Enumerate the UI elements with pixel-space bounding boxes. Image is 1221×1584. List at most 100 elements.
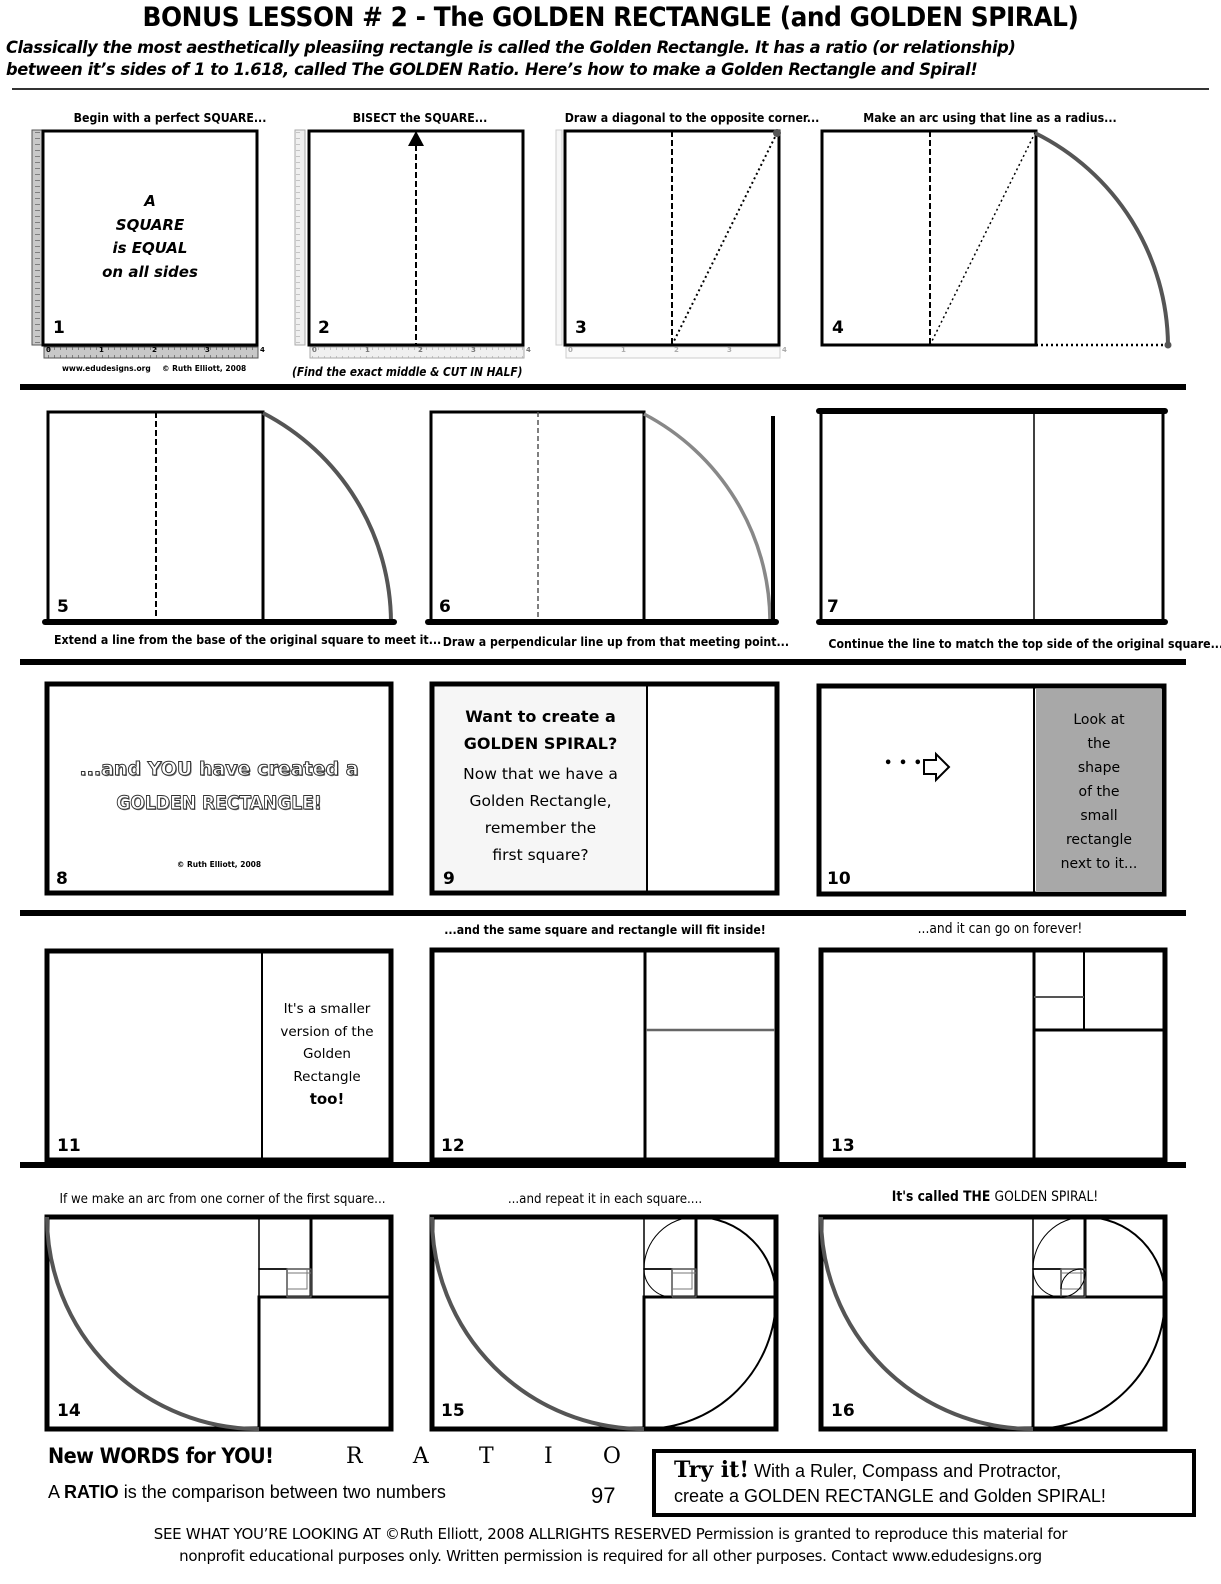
step-13-caption: ...and it can go on forever! [917, 921, 1083, 937]
step-number: 11 [57, 1136, 81, 1156]
spiral-prompt-line: Now that we have a [463, 765, 618, 783]
note-line: Look at [1073, 712, 1125, 728]
vocab-letter: I [543, 1444, 553, 1469]
step-number: 3 [575, 318, 587, 338]
ruler-label: 2 [418, 346, 423, 354]
ruler-label: 2 [152, 346, 157, 354]
step-16-caption: It's called THE GOLDEN SPIRAL! [859, 1189, 1132, 1205]
rectangle-created-line-2: GOLDEN RECTANGLE! [116, 792, 322, 815]
arc-end-point [1164, 341, 1172, 349]
credit-site: www.edudesigns.org [62, 364, 151, 373]
radius-arc [643, 412, 772, 621]
step-number: 6 [439, 597, 451, 617]
vocab-letter: T [479, 1444, 494, 1469]
square-definition-line: is EQUAL [112, 239, 188, 257]
square-definition: A SQUARE is EQUAL on all sides [43, 190, 257, 284]
small-rectangle-note: Look at the shape of the small rectangle… [1036, 708, 1162, 876]
try-it-line-2: create a GOLDEN RECTANGLE and Golden SPI… [674, 1486, 1106, 1506]
note-line: Rectangle [293, 1068, 361, 1085]
caption-bold: It's called THE [891, 1189, 995, 1205]
definition-term: RATIO [64, 1482, 119, 1502]
step-number: 13 [831, 1136, 855, 1156]
step-number: 16 [831, 1401, 855, 1421]
ruler-label: 3 [727, 346, 732, 354]
spiral-prompt-line: first square? [492, 846, 589, 864]
golden-rectangle [818, 1214, 1168, 1432]
credit-author: © Ruth Elliott, 2008 [176, 860, 262, 869]
step-7-caption: Continue the line to match the top side … [828, 636, 1221, 651]
spiral-prompt-line: Golden Rectangle, [469, 792, 612, 810]
radius-arc [262, 411, 393, 623]
step-1-caption: Begin with a perfect SQUARE... [73, 110, 267, 125]
spiral-prompt-line: remember the [484, 819, 597, 837]
step-number: 15 [441, 1401, 465, 1421]
panel-15 [429, 1214, 779, 1432]
step-number: 12 [441, 1136, 465, 1156]
step-number: 1 [53, 318, 65, 338]
ruler-label: 1 [365, 346, 370, 354]
golden-rectangle [819, 410, 1165, 624]
spiral-prompt: Now that we have a Golden Rectangle, rem… [435, 761, 646, 869]
credit-author: © Ruth Elliott, 2008 [162, 364, 247, 373]
step-3-caption: Draw a diagonal to the opposite corner..… [564, 110, 820, 125]
note-line: small [1080, 808, 1118, 824]
vocab-word-letters: R A T I O [346, 1444, 621, 1469]
panel-14 [44, 1214, 394, 1432]
ruler-label: 0 [312, 346, 317, 354]
step-4-caption: Make an arc using that line as a radius.… [863, 110, 1117, 125]
caption-light: GOLDEN SPIRAL! [994, 1189, 1099, 1205]
ruler-label: 4 [260, 346, 265, 354]
ruler-horizontal [43, 346, 259, 359]
definition-prefix: A [48, 1482, 65, 1502]
note-line: shape [1077, 760, 1121, 776]
page-number: 97 [591, 1483, 616, 1508]
step-2-subcaption: (Find the exact middle & CUT IN HALF) [292, 365, 523, 379]
panel-6 [425, 410, 779, 625]
panel-3 [555, 129, 781, 359]
footer-line-1: SEE WHAT YOU’RE LOOKING AT ©Ruth Elliott… [153, 1525, 1068, 1543]
step-15-caption: ...and repeat it in each square.... [507, 1191, 703, 1207]
try-it-label: Try it! [674, 1457, 749, 1483]
step-number: 5 [57, 597, 69, 617]
panel-13 [818, 947, 1168, 1163]
vocab-letter: A [412, 1444, 429, 1469]
step-number: 2 [318, 318, 330, 338]
ruler-label: 0 [46, 346, 51, 354]
square-definition-line: on all sides [102, 262, 198, 281]
panel-16 [818, 1214, 1168, 1432]
ruler-label: 0 [568, 346, 573, 354]
step-12-caption: ...and the same square and rectangle wil… [444, 922, 766, 937]
square-definition-line: A [144, 192, 156, 210]
note-line: Golden [303, 1046, 351, 1062]
step-number: 14 [57, 1401, 81, 1421]
panel-5 [42, 410, 397, 625]
note-line: of the [1078, 784, 1120, 800]
note-line: next to it... [1060, 856, 1138, 872]
golden-rectangle [44, 1214, 394, 1432]
ruler-label: 4 [526, 346, 531, 354]
ruler-vertical [31, 129, 43, 346]
ruler-label: 1 [621, 346, 626, 354]
vocab-letter: R [346, 1444, 363, 1469]
ruler-vertical [294, 129, 306, 346]
try-it-box: Try it! With a Ruler, Compass and Protra… [652, 1449, 1196, 1517]
step-number: 8 [56, 869, 68, 889]
radius-arc [1034, 131, 1170, 346]
definition-text: is the comparison between two numbers [118, 1482, 446, 1502]
footer-line-2: nonprofit educational purposes only. Wri… [179, 1547, 1042, 1565]
ruler-horizontal [309, 346, 525, 359]
ruler-label: 4 [782, 346, 787, 354]
new-words-heading: New WORDS for YOU! [48, 1444, 274, 1468]
square-definition-line: SQUARE [115, 215, 185, 234]
try-it-line-1: With a Ruler, Compass and Protractor, [754, 1461, 1062, 1481]
panel-12 [429, 947, 780, 1163]
ruler-label: 3 [471, 346, 476, 354]
panel-4 [820, 129, 1172, 349]
step-number: 4 [832, 318, 844, 338]
ruler-vertical [555, 129, 563, 346]
spiral-question-line: Want to create a [465, 707, 616, 726]
smaller-version-note: It's a smaller version of the Golden Rec… [264, 998, 390, 1111]
step-2-caption: BISECT the SQUARE... [352, 110, 488, 125]
step-6-caption: Draw a perpendicular line up from that m… [442, 634, 790, 649]
ruler-label: 3 [205, 346, 210, 354]
